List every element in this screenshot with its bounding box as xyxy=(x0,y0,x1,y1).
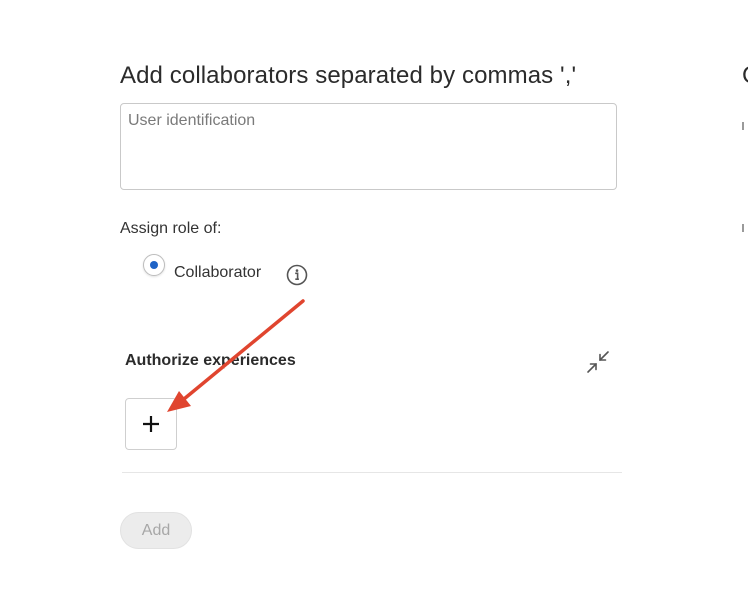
page-title: Add collaborators separated by commas ',… xyxy=(120,62,577,89)
user-identification-input[interactable] xyxy=(120,103,617,190)
add-experience-button[interactable] xyxy=(125,398,177,450)
collapse-icon[interactable] xyxy=(585,349,611,375)
section-divider xyxy=(122,472,622,473)
collaborator-radio[interactable] xyxy=(143,254,165,276)
collaborator-radio-label[interactable]: Collaborator xyxy=(174,264,261,282)
info-icon[interactable] xyxy=(286,264,308,286)
clipped-edge-mark xyxy=(742,122,748,130)
clipped-heading-fragment: C xyxy=(742,62,748,90)
clipped-edge-mark xyxy=(742,224,748,232)
add-collaborators-panel: Add collaborators separated by commas ',… xyxy=(0,0,748,594)
plus-icon xyxy=(143,416,159,432)
authorize-experiences-title: Authorize experiences xyxy=(125,352,296,369)
add-button[interactable]: Add xyxy=(120,512,192,549)
role-label: Assign role of: xyxy=(120,220,222,237)
